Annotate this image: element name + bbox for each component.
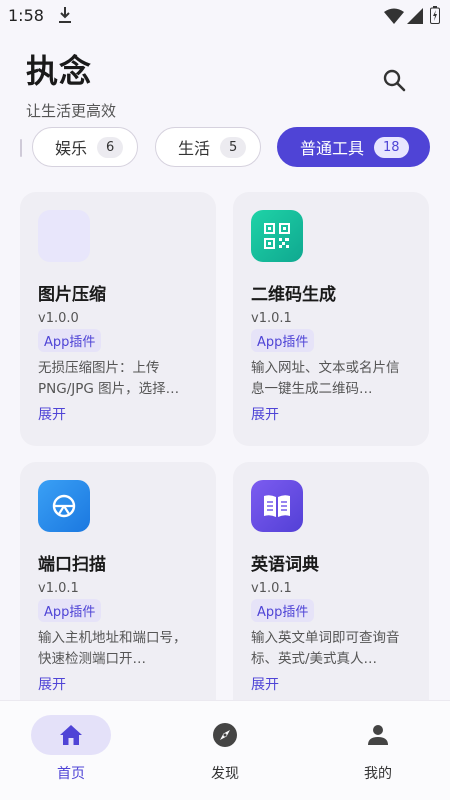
chip-label: 娱乐 — [55, 139, 88, 158]
card-description: 输入英文单词即可查询音标、英式/美式真人… — [251, 630, 400, 667]
nav-pill — [338, 715, 418, 755]
chip-label: 普通工具 — [300, 139, 365, 158]
chip-entertainment[interactable]: 娱乐 6 — [32, 127, 139, 167]
card-tag: App插件 — [251, 329, 315, 352]
expand-link[interactable]: 展开 — [251, 674, 279, 694]
chip-count: 6 — [97, 136, 124, 158]
nav-item-home[interactable]: 首页 — [31, 713, 141, 793]
status-time: 1:58 — [8, 6, 44, 25]
card-version: v1.0.1 — [251, 581, 292, 596]
nav-item-discover[interactable]: 发现 — [185, 713, 295, 793]
card-title: 端口扫描 — [38, 555, 106, 575]
bottom-nav: 首页 发现 我的 — [0, 700, 450, 800]
port-scan-icon — [38, 480, 90, 532]
book-icon — [251, 480, 303, 532]
card-tag: App插件 — [251, 599, 315, 622]
expand-link[interactable]: 展开 — [251, 404, 279, 424]
card-version: v1.0.0 — [38, 311, 79, 326]
wifi-icon — [384, 8, 404, 24]
card-title: 英语词典 — [251, 555, 319, 575]
qr-code-icon — [251, 210, 303, 262]
search-icon — [383, 69, 406, 92]
signal-icon — [407, 8, 423, 24]
card-title: 图片压缩 — [38, 285, 106, 305]
battery-icon — [430, 6, 440, 24]
chip-overflow-edge — [20, 139, 22, 157]
card-version: v1.0.1 — [251, 311, 292, 326]
tool-card-qr-code[interactable]: 二维码生成 v1.0.1 App插件 输入网址、文本或名片信息一键生成二维码… … — [233, 192, 429, 446]
nav-label: 我的 — [364, 766, 392, 782]
status-bar: 1:58 — [0, 0, 450, 30]
card-description: 输入网址、文本或名片信息一键生成二维码… — [251, 360, 400, 397]
card-description: 输入主机地址和端口号，快速检测端口开… — [38, 630, 187, 667]
chip-count: 5 — [220, 136, 247, 158]
card-version: v1.0.1 — [38, 581, 79, 596]
search-button[interactable] — [378, 64, 410, 96]
chip-life[interactable]: 生活 5 — [155, 127, 262, 167]
nav-item-me[interactable]: 我的 — [338, 713, 448, 793]
page-title: 执念 — [26, 52, 93, 90]
card-title: 二维码生成 — [251, 285, 336, 305]
chip-count: 18 — [374, 136, 409, 158]
placeholder-icon — [38, 210, 90, 262]
compass-icon — [213, 723, 237, 747]
card-tag: App插件 — [38, 329, 102, 352]
person-icon — [368, 725, 388, 745]
category-chips: 娱乐 6 生活 5 普通工具 18 — [0, 127, 450, 169]
nav-label: 发现 — [211, 766, 239, 782]
nav-pill — [185, 715, 265, 755]
nav-label: 首页 — [57, 766, 85, 782]
nav-pill — [31, 715, 111, 755]
card-description: 无损压缩图片：上传PNG/JPG 图片，选择… — [38, 360, 180, 397]
expand-link[interactable]: 展开 — [38, 674, 66, 694]
page-subtitle: 让生活更高效 — [26, 102, 117, 120]
expand-link[interactable]: 展开 — [38, 404, 66, 424]
chip-general-tools[interactable]: 普通工具 18 — [277, 127, 430, 167]
tool-card-image-compress[interactable]: 图片压缩 v1.0.0 App插件 无损压缩图片：上传PNG/JPG 图片，选择… — [20, 192, 216, 446]
chip-label: 生活 — [178, 139, 211, 158]
home-icon — [60, 725, 82, 745]
tool-card-port-scan[interactable]: 端口扫描 v1.0.1 App插件 输入主机地址和端口号，快速检测端口开… 展开 — [20, 462, 216, 716]
card-tag: App插件 — [38, 599, 102, 622]
tool-card-english-dictionary[interactable]: 英语词典 v1.0.1 App插件 输入英文单词即可查询音标、英式/美式真人… … — [233, 462, 429, 716]
download-icon — [59, 7, 71, 23]
